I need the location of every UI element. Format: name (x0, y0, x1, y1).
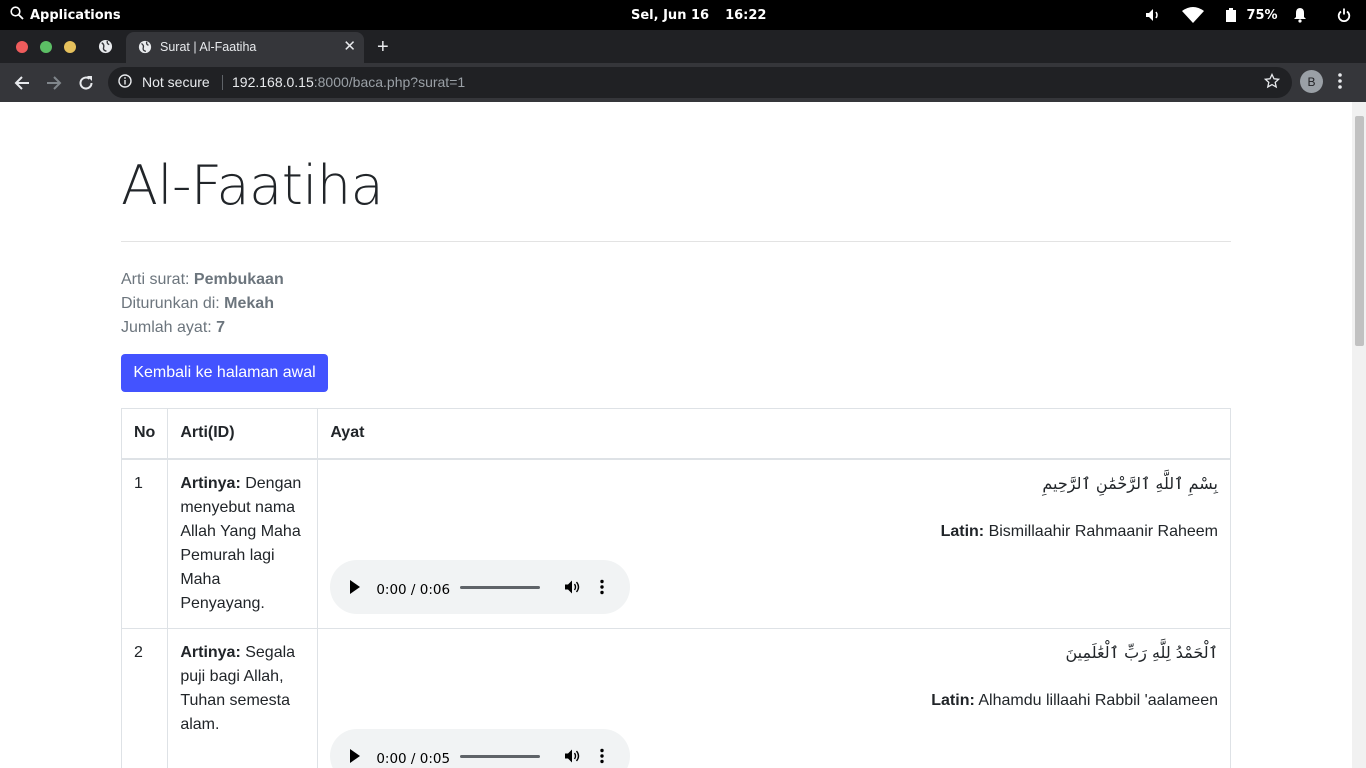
arabic-text: بِسْمِ ٱللَّهِ ٱلرَّحْمَٰنِ ٱلرَّحِيمِ (1042, 473, 1218, 493)
clock[interactable]: Sel, Jun 16 16:22 (631, 0, 766, 30)
power-icon[interactable] (1322, 0, 1366, 30)
latin-label: Latin: (931, 691, 975, 709)
url-path: :8000/baca.php?surat=1 (313, 74, 466, 90)
title-divider (121, 241, 1231, 242)
latin-text: Bismillaahir Rahmaanir Raheem (984, 522, 1218, 540)
audio-player[interactable]: 0:00 / 0:06 (330, 559, 631, 614)
column-header-ayat: Ayat (317, 408, 1231, 460)
battery-icon[interactable] (1216, 0, 1246, 30)
page-title: Al-Faatiha (121, 154, 384, 217)
verse-number: 2 (120, 627, 169, 768)
verse-number: 1 (120, 458, 169, 629)
notification-icon[interactable] (1278, 0, 1322, 30)
security-label[interactable]: Not secure (142, 74, 210, 90)
latin-transliteration: Latin: Alhamdu lillaahi Rabbil 'aalameen (330, 689, 1218, 713)
column-header-no: No (120, 408, 169, 460)
audio-seek-bar[interactable] (460, 585, 541, 589)
surah-meaning-value: Pembukaan (193, 271, 284, 288)
surah-verse-count: Jumlah ayat: 7 (121, 316, 284, 340)
audio-seek-bar[interactable] (460, 754, 541, 758)
window-maximize-button[interactable] (64, 41, 76, 53)
back-button[interactable] (7, 63, 37, 102)
surah-info: Arti surat: Pembukaan Diturunkan di: Mek… (121, 268, 284, 340)
battery-percent: 75% (1246, 7, 1278, 23)
translation-label: Artinya: (180, 643, 241, 661)
forward-button[interactable] (39, 63, 69, 102)
omnibox-divider (222, 75, 223, 90)
new-tab-button[interactable]: + (377, 37, 389, 57)
audio-time: 0:00 / 0:06 (376, 581, 451, 598)
url-text[interactable]: 192.168.0.15:8000/baca.php?surat=1 (232, 74, 465, 90)
web-page: Al-Faatiha Arti surat: Pembukaan Diturun… (0, 102, 1352, 768)
tab-title: Surat | Al-Faatiha (160, 40, 257, 54)
url-host: 192.168.0.15 (232, 74, 314, 90)
volume-icon[interactable] (564, 578, 580, 602)
system-tray: 75% (1136, 0, 1366, 30)
window-close-button[interactable] (16, 41, 28, 53)
arabic-text: ٱلْحَمْدُ لِلَّهِ رَبِّ ٱلْعَٰلَمِينَ (1065, 642, 1218, 662)
table-header-row: No Arti(ID) Ayat (120, 408, 1231, 460)
clock-time: 16:22 (725, 7, 767, 23)
browser-toolbar: Not secure 192.168.0.15:8000/baca.php?su… (0, 63, 1366, 102)
surah-revelation-label: Diturunkan di: (121, 295, 225, 312)
surah-meaning: Arti surat: Pembukaan (121, 268, 284, 292)
info-icon[interactable] (118, 74, 132, 91)
surah-revelation-value: Mekah (224, 295, 274, 312)
volume-icon[interactable] (1136, 0, 1170, 30)
applications-label: Applications (30, 7, 121, 23)
wifi-icon[interactable] (1170, 0, 1216, 30)
latin-text: Alhamdu lillaahi Rabbil 'aalameen (974, 691, 1218, 709)
scrollbar-thumb[interactable] (1355, 116, 1364, 346)
surah-meaning-label: Arti surat: (121, 271, 194, 288)
address-bar[interactable]: Not secure 192.168.0.15:8000/baca.php?su… (108, 67, 1292, 98)
browser-menu-icon[interactable] (1338, 72, 1342, 95)
search-icon (10, 6, 24, 24)
play-icon[interactable] (350, 748, 361, 763)
globe-icon (138, 40, 152, 57)
translation-text: Dengan menyebut nama Allah Yang Maha Pem… (180, 474, 302, 612)
verse-cell: ٱلْحَمْدُ لِلَّهِ رَبِّ ٱلْعَٰلَمِينَ La… (317, 627, 1231, 768)
audio-player[interactable]: 0:00 / 0:05 (330, 728, 631, 768)
close-icon[interactable]: ✕ (343, 39, 356, 54)
table-row: 2 Artinya: Segala puji bagi Allah, Tuhan… (120, 627, 1231, 768)
clock-date: Sel, Jun 16 (631, 7, 710, 23)
page-scrollbar[interactable] (1352, 102, 1366, 768)
reload-button[interactable] (71, 63, 101, 102)
latin-label: Latin: (940, 522, 985, 540)
tab-active[interactable]: Surat | Al-Faatiha ✕ (126, 32, 364, 63)
latin-transliteration: Latin: Bismillaahir Rahmaanir Raheem (330, 520, 1218, 544)
verse-translation: Artinya: Segala puji bagi Allah, Tuhan s… (167, 627, 319, 768)
globe-icon (98, 39, 113, 59)
audio-time: 0:00 / 0:05 (376, 750, 451, 767)
verses-table: No Arti(ID) Ayat 1 Artinya: Dengan menye… (120, 408, 1231, 768)
back-to-home-button[interactable]: Kembali ke halaman awal (121, 354, 328, 392)
profile-avatar[interactable]: B (1300, 70, 1323, 93)
more-options-icon[interactable] (600, 747, 605, 768)
column-header-arti: Arti(ID) (167, 408, 319, 460)
volume-icon[interactable] (564, 747, 580, 768)
system-top-bar: Applications Sel, Jun 16 16:22 75% (0, 0, 1366, 30)
surah-revelation: Diturunkan di: Mekah (121, 292, 284, 316)
surah-verse-count-value: 7 (216, 319, 226, 336)
surah-verse-count-label: Jumlah ayat: (121, 319, 217, 336)
bookmark-star-icon[interactable] (1263, 72, 1281, 92)
table-row: 1 Artinya: Dengan menyebut nama Allah Ya… (120, 458, 1231, 629)
play-icon[interactable] (350, 579, 361, 594)
applications-menu[interactable]: Applications (10, 0, 121, 30)
verse-translation: Artinya: Dengan menyebut nama Allah Yang… (167, 458, 319, 629)
more-options-icon[interactable] (600, 578, 605, 602)
window-minimize-button[interactable] (40, 41, 52, 53)
translation-label: Artinya: (180, 474, 241, 492)
verse-cell: بِسْمِ ٱللَّهِ ٱلرَّحْمَٰنِ ٱلرَّحِيمِ L… (317, 458, 1231, 629)
